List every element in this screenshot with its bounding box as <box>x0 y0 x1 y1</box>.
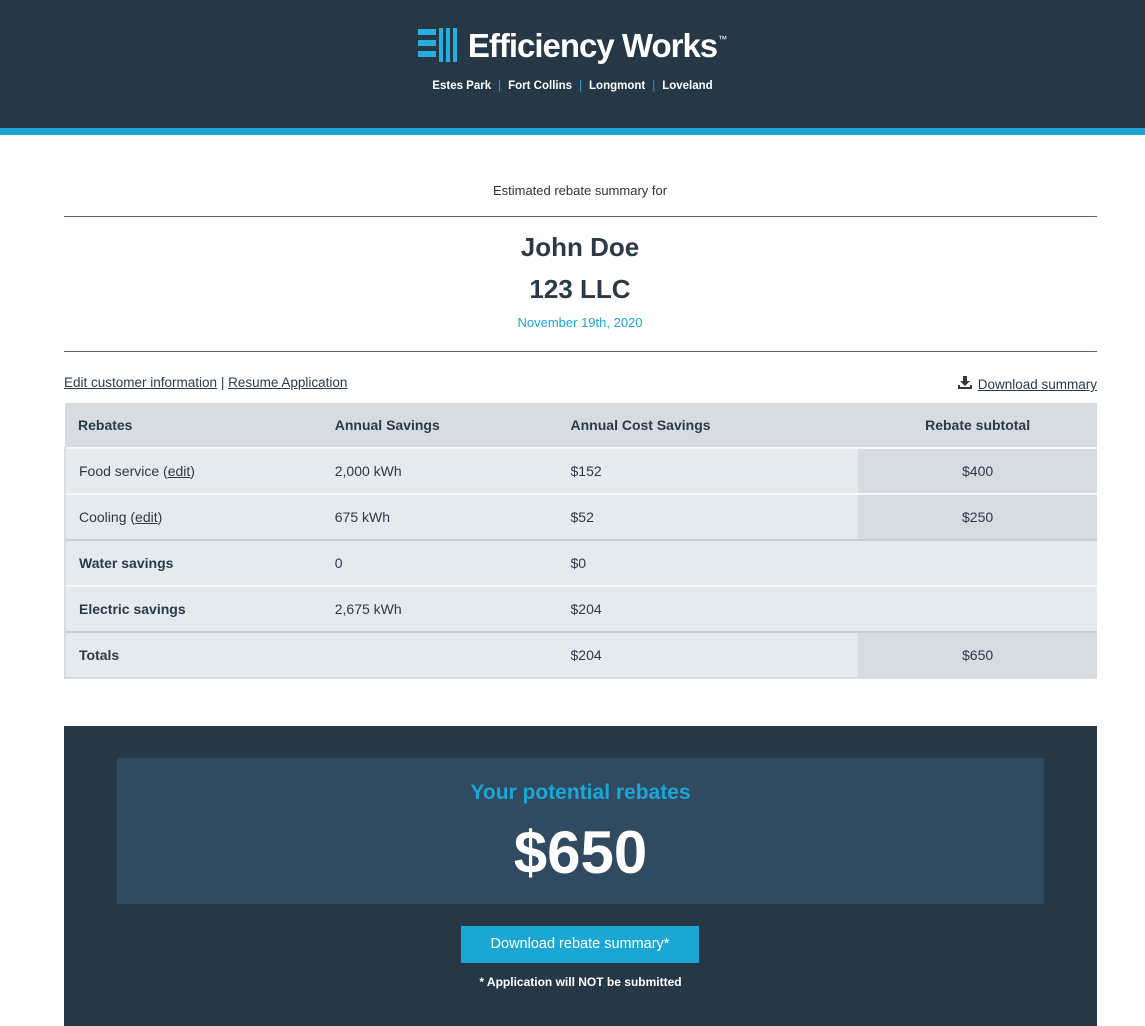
rebate-subtotal <box>858 539 1097 586</box>
potential-rebates-title: Your potential rebates <box>470 781 691 804</box>
submission-note: * Application will NOT be submitted <box>479 975 682 989</box>
annual-savings: 2,675 kWh <box>321 585 558 632</box>
column-header-annual-cost-savings: Annual Cost Savings <box>557 403 859 448</box>
potential-rebates-panel: Your potential rebates $650 Download reb… <box>64 726 1097 1026</box>
rebate-name: Cooling <box>79 509 127 525</box>
rebate-subtotal <box>858 585 1097 632</box>
company-name: 123 LLC <box>529 274 631 304</box>
summary-intro: Estimated rebate summary for <box>492 183 668 198</box>
download-icon <box>957 376 972 392</box>
savings-label: Water savings <box>64 539 322 586</box>
divider <box>64 351 1097 352</box>
potential-rebates-amount: $650 <box>513 819 648 886</box>
edit-customer-link[interactable]: Edit customer information <box>64 375 217 390</box>
link-separator: | <box>220 375 225 390</box>
rebate-label: Food service (edit) <box>64 447 322 494</box>
totals-row: Totals $204 $650 <box>64 631 1097 679</box>
annual-savings <box>321 631 558 679</box>
savings-label: Electric savings <box>64 585 322 632</box>
annual-savings: 2,000 kWh <box>321 447 558 494</box>
city-longmont: Longmont <box>589 80 646 92</box>
annual-savings: 675 kWh <box>321 493 558 540</box>
column-header-annual-savings: Annual Savings <box>321 403 558 448</box>
download-summary-link[interactable]: Download summary <box>978 377 1097 392</box>
city-separator: | <box>498 80 502 92</box>
edit-food-service-link[interactable]: edit <box>168 463 191 479</box>
city-fort-collins: Fort Collins <box>508 80 573 92</box>
table-row: Cooling (edit) 675 kWh $52 $250 <box>64 493 1097 540</box>
rebate-subtotal: $650 <box>858 631 1097 679</box>
column-header-rebates: Rebates <box>65 403 322 448</box>
brand-name: Efficiency Works <box>467 27 718 64</box>
city-loveland: Loveland <box>662 80 713 92</box>
divider <box>64 216 1097 217</box>
logo[interactable]: Efficiency Works™ <box>0 26 1145 66</box>
table-header-row: Rebates Annual Savings Annual Cost Savin… <box>65 403 1097 448</box>
customer-links: Edit customer information | Resume Appli… <box>64 375 347 390</box>
annual-cost-savings: $152 <box>557 447 859 494</box>
rebate-subtotal: $400 <box>858 447 1097 494</box>
header-accent-stripe <box>0 128 1145 135</box>
table-row: Food service (edit) 2,000 kWh $152 $400 <box>64 447 1097 494</box>
city-estes-park: Estes Park <box>432 80 492 92</box>
column-header-rebate-subtotal: Rebate subtotal <box>858 403 1097 448</box>
download-summary[interactable]: Download summary <box>957 376 1097 392</box>
rebate-label: Cooling (edit) <box>64 493 322 540</box>
summary-date: November 19th, 2020 <box>517 315 643 330</box>
trademark: ™ <box>718 34 728 44</box>
totals-label: Totals <box>64 631 322 679</box>
rebate-name: Food service <box>79 463 160 479</box>
site-header: Efficiency Works™ Estes Park | Fort Collin… <box>0 0 1145 128</box>
annual-cost-savings: $0 <box>557 539 859 586</box>
annual-cost-savings: $204 <box>557 585 859 632</box>
city-separator: | <box>579 80 583 92</box>
annual-cost-savings: $52 <box>557 493 859 540</box>
resume-application-link[interactable]: Resume Application <box>228 375 347 390</box>
rebate-subtotal: $250 <box>858 493 1097 540</box>
edit-cooling-link[interactable]: edit <box>135 509 158 525</box>
download-rebate-summary-button[interactable]: Download rebate summary* <box>461 926 699 963</box>
customer-name: John Doe <box>520 232 640 262</box>
annual-savings: 0 <box>321 539 558 586</box>
table-row: Water savings 0 $0 <box>64 539 1097 586</box>
annual-cost-savings: $204 <box>557 631 859 679</box>
rebate-table: Rebates Annual Savings Annual Cost Savin… <box>64 403 1097 679</box>
city-separator: | <box>652 80 656 92</box>
city-list: Estes Park | Fort Collins | Longmont | Lovelan… <box>0 80 1145 92</box>
table-row: Electric savings 2,675 kWh $204 <box>64 585 1097 632</box>
rebate-total-box: Your potential rebates $650 <box>117 758 1044 904</box>
efficiency-works-logo-icon <box>417 26 462 66</box>
